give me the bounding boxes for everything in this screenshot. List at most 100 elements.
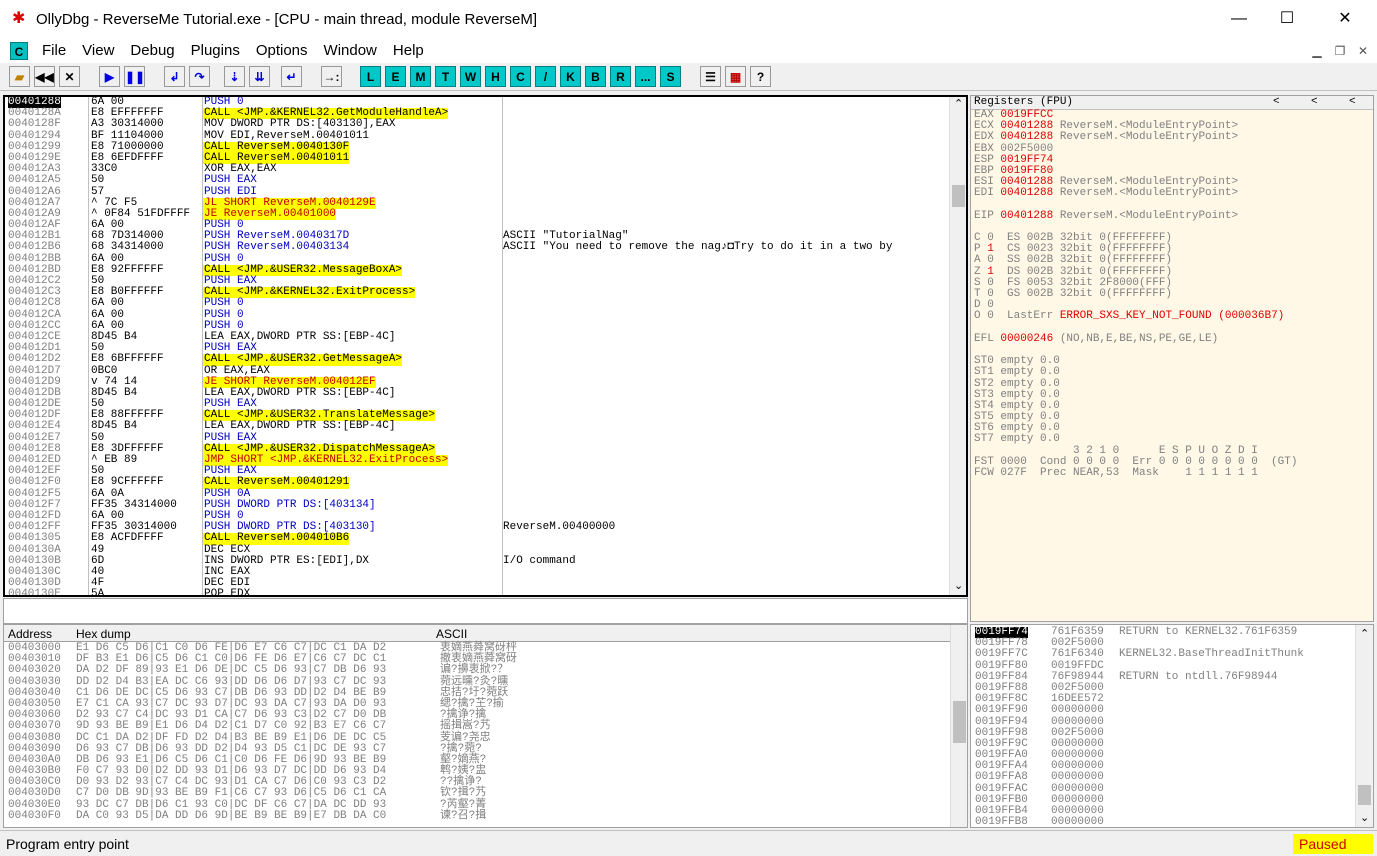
source-button[interactable]: S [660, 66, 681, 87]
menu-plugins[interactable]: Plugins [183, 42, 248, 59]
menu-debug[interactable]: Debug [122, 42, 182, 59]
registers-header[interactable]: Registers (FPU) < < < [971, 96, 1373, 110]
scroll-up-icon[interactable]: ⌃ [954, 97, 963, 110]
disasm-row[interactable]: 004012A3 33C0 XOR EAX,EAX [5, 163, 966, 175]
restart-icon[interactable]: ◀◀ [34, 66, 55, 87]
close-program-icon[interactable]: ✕ [59, 66, 80, 87]
scroll-up-icon[interactable]: ⌃ [1360, 627, 1369, 640]
go-to-expression-icon[interactable]: →: [321, 66, 342, 87]
disasm-row[interactable]: 004012F0 E8 9CFFFFFF CALL ReverseM.0040129… [5, 477, 966, 489]
register-nav-left-icon[interactable]: < [1273, 96, 1280, 108]
windows-button[interactable]: W [460, 66, 481, 87]
stack-pane[interactable]: 0019FF74 761F6359 RETURN to KERNEL32.761F6… [970, 624, 1374, 828]
disassembly-scrollbar[interactable]: ⌃ ⌄ [949, 97, 966, 595]
disasm-row[interactable]: 0040129E E8 6EFDFFFF CALL ReverseM.0040101… [5, 152, 966, 165]
mdi-minimize-icon[interactable]: ▁ [1306, 42, 1328, 60]
disasm-row[interactable]: 0040130C 40 INC EAX [5, 566, 966, 578]
disasm-row[interactable]: 0040130D 4F DEC EDI [5, 577, 966, 589]
menu-file[interactable]: File [34, 42, 74, 59]
register-nav-left-icon[interactable]: < [1311, 96, 1318, 108]
disasm-row[interactable]: 004012ED ^ EB 89 JMP SHORT <JMP.&KERNEL32.… [5, 454, 966, 467]
stack-value: 761F6340 [1051, 648, 1104, 661]
run-trace-button[interactable]: ... [635, 66, 656, 87]
patches-button[interactable]: / [535, 66, 556, 87]
menu-help[interactable]: Help [385, 42, 432, 59]
references-button[interactable]: R [610, 66, 631, 87]
disasm-row[interactable]: 004012A9 ^ 0F84 51FDFFFF JE ReverseM.00401… [5, 208, 966, 221]
list-icon[interactable]: ☰ [700, 66, 721, 87]
disasm-row[interactable]: 004012A6 57 PUSH EDI [5, 186, 966, 198]
disasm-instruction: PUSH EAX [204, 174, 257, 187]
disasm-row[interactable]: 004012D9 v 74 14 JE SHORT ReverseM.004012E… [5, 376, 966, 388]
dump-header-address[interactable]: Address [8, 627, 52, 641]
close-button[interactable]: ✕ [1322, 0, 1368, 38]
log-window-button[interactable]: L [360, 66, 381, 87]
step-into-icon[interactable]: ↲ [164, 66, 185, 87]
registers-pane[interactable]: Registers (FPU) < < < EAX 0019FFCC ECX 00… [970, 95, 1374, 622]
threads-button[interactable]: T [435, 66, 456, 87]
disasm-row[interactable]: 004012B6 68 34314000 PUSH ReverseM.0040313… [5, 242, 966, 253]
memory-map-button[interactable]: M [410, 66, 431, 87]
cpu-window-icon[interactable]: C [10, 41, 28, 60]
menu-window[interactable]: Window [316, 42, 385, 59]
disasm-row[interactable]: 004012C3 E8 B0FFFFFF CALL <JMP.&KERNEL32.E… [5, 286, 966, 299]
disasm-row[interactable]: 004012F7 FF35 34314000 PUSH DWORD PTR DS:[… [5, 499, 966, 511]
handles-button[interactable]: H [485, 66, 506, 87]
disasm-row[interactable]: 004012E8 E8 3DFFFFFF CALL <JMP.&USER32.Dis… [5, 443, 966, 456]
disasm-row[interactable]: 004012BD E8 92FFFFFF CALL <JMP.&USER32.Mes… [5, 264, 966, 277]
menu-view[interactable]: View [74, 42, 122, 59]
appearance-icon[interactable]: ▦ [725, 66, 746, 87]
dump-header-hex[interactable]: Hex dump [76, 627, 131, 641]
disasm-row[interactable]: 004012D7 0BC0 OR EAX,EAX [5, 365, 966, 377]
mdi-restore-icon[interactable]: ❐ [1329, 42, 1351, 60]
scroll-down-icon[interactable]: ⌄ [1360, 811, 1369, 824]
animate-into-icon[interactable]: ⇣ [224, 66, 245, 87]
dump-header-ascii[interactable]: ASCII [436, 627, 467, 641]
menu-options[interactable]: Options [248, 42, 316, 59]
register-row[interactable]: O 0 LastErr ERROR_SXS_KEY_NOT_FOUND (000… [971, 311, 1373, 322]
disasm-row[interactable]: 004012C8 6A 00 PUSH 0 [5, 298, 966, 309]
run-icon[interactable]: ▶ [99, 66, 120, 87]
call-stack-button[interactable]: K [560, 66, 581, 87]
scroll-down-icon[interactable]: ⌄ [954, 579, 963, 592]
stack-scrollbar[interactable]: ⌃ ⌄ [1355, 625, 1373, 827]
register-row[interactable]: EIP 00401288 ReverseM.<ModuleEntryPoint> [971, 210, 1373, 222]
open-folder-icon[interactable]: ▰ [9, 66, 30, 87]
register-row[interactable]: T 0 GS 002B 32bit 0(FFFFFFFF) [971, 288, 1373, 300]
disasm-row[interactable]: 004012CA 6A 00 PUSH 0 [5, 309, 966, 321]
register-nav-left-icon[interactable]: < [1349, 96, 1356, 108]
minimize-button[interactable]: — [1216, 0, 1262, 38]
mdi-close-icon[interactable]: ✕ [1352, 42, 1374, 60]
register-row[interactable]: FCW 027F Prec NEAR,53 Mask 1 1 1 1 1 1 [971, 467, 1373, 479]
maximize-button[interactable]: ☐ [1264, 0, 1310, 38]
disasm-row[interactable]: 004012CC 6A 00 PUSH 0 [5, 320, 966, 332]
scroll-thumb[interactable] [1358, 785, 1371, 805]
disasm-row[interactable]: 004012CE 8D45 B4 LEA EAX,DWORD PTR SS:[EBP… [5, 331, 966, 343]
disasm-row[interactable]: 0040130A 49 DEC ECX [5, 544, 966, 556]
hex-dump-pane[interactable]: Address Hex dump ASCII 00403000 E1 D6 C5 … [3, 624, 968, 828]
executables-button[interactable]: E [385, 66, 406, 87]
disasm-row[interactable]: 0040130E 5A POP EDX [5, 589, 966, 595]
step-over-icon[interactable]: ↷ [189, 66, 210, 87]
register-row[interactable]: EFL 00000246 (NO,NB,E,BE,NS,PE,GE,LE) [971, 333, 1373, 345]
disasm-row[interactable]: 004012A5 50 PUSH EAX [5, 175, 966, 186]
execute-till-return-icon[interactable]: ↵ [281, 66, 302, 87]
register-row[interactable]: EDI 00401288 ReverseM.<ModuleEntryPoint> [971, 188, 1373, 199]
disasm-row[interactable]: 004012E4 8D45 B4 LEA EAX,DWORD PTR SS:[EBP… [5, 421, 966, 432]
disassembly-pane[interactable]: 00401288 6A 00 PUSH 0 0040128A E8 EFFFFFFF CA… [3, 95, 968, 597]
disasm-row[interactable]: 004012DF E8 88FFFFFF CALL <JMP.&USER32.Tra… [5, 410, 966, 422]
pause-icon[interactable]: ❚❚ [124, 66, 145, 87]
disasm-row[interactable]: 00401305 E8 ACFDFFFF CALL ReverseM.004010B… [5, 533, 966, 545]
disasm-row[interactable]: 004012D2 E8 6BFFFFFF CALL <JMP.&USER32.Get… [5, 354, 966, 366]
disasm-row[interactable]: 004012DB 8D45 B4 LEA EAX,DWORD PTR SS:[EBP… [5, 387, 966, 399]
scroll-thumb[interactable] [953, 701, 966, 743]
breakpoints-button[interactable]: B [585, 66, 606, 87]
help-icon[interactable]: ? [750, 66, 771, 87]
animate-over-icon[interactable]: ⇊ [249, 66, 270, 87]
disasm-row[interactable]: 0040130B 6D INS DWORD PTR ES:[EDI],DX I/O c… [5, 555, 966, 567]
register-comment: DS 002B 32bit 0(FFFFFFFF) [993, 265, 1173, 278]
scroll-thumb[interactable] [952, 185, 965, 207]
dump-scrollbar[interactable] [950, 625, 967, 827]
cpu-button[interactable]: C [510, 66, 531, 87]
disasm-row[interactable]: 0040128F A3 30314000 MOV DWORD PTR DS:[403… [5, 119, 966, 130]
